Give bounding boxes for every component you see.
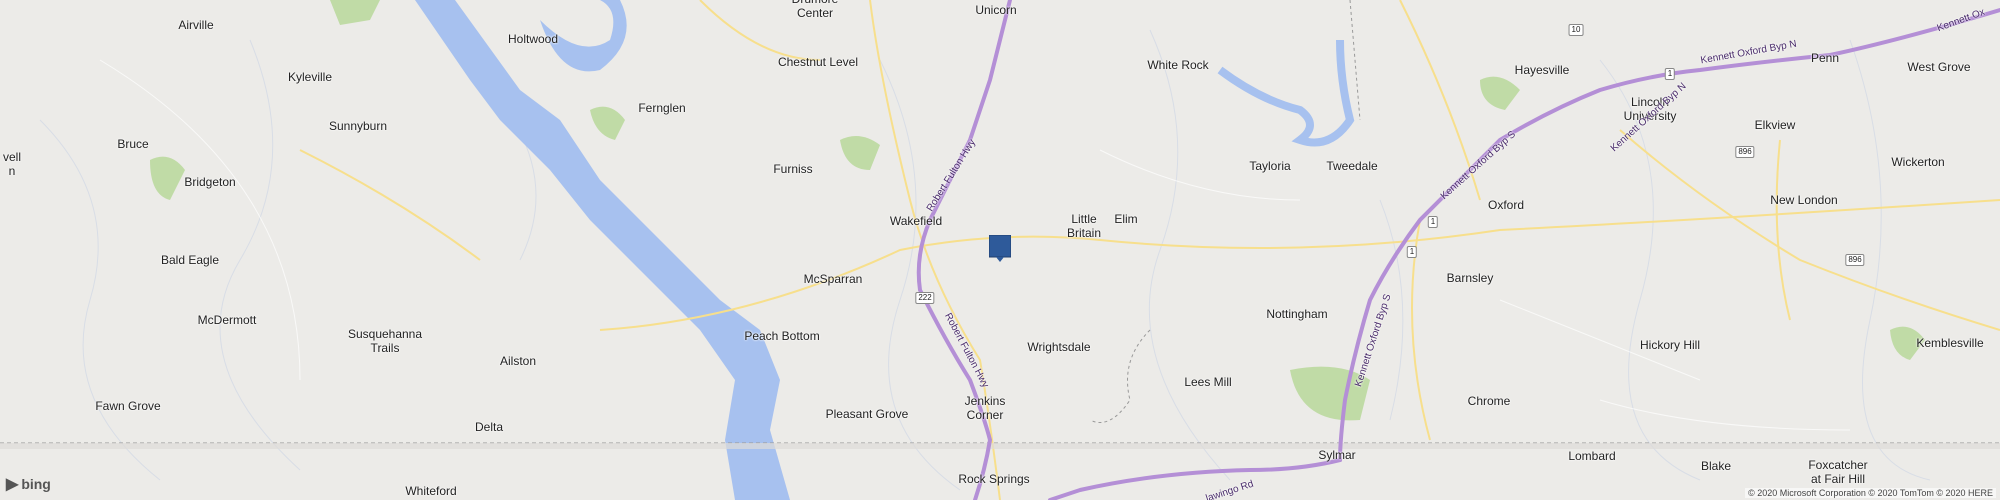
place-label-delta: Delta	[474, 420, 504, 434]
place-label-fernglen: Fernglen	[638, 101, 686, 115]
place-label-west-grove: West Grove	[1907, 60, 1971, 74]
place-label-oxford: Oxford	[1487, 198, 1525, 212]
place-label-rock-springs: Rock Springs	[958, 472, 1030, 486]
place-label-wickerton: Wickerton	[1891, 155, 1945, 169]
place-label-bridgeton: Bridgeton	[184, 175, 236, 189]
place-label-wakefield: Wakefield	[889, 214, 943, 228]
place-label-sylmar: Sylmar	[1318, 448, 1356, 462]
map-canvas[interactable]: Airville Holtwood DrumoreCenter Unicorn …	[0, 0, 2000, 500]
place-label-lees-mill: Lees Mill	[1184, 375, 1232, 389]
place-label-hickory-hill: Hickory Hill	[1640, 338, 1700, 352]
route-shield-896-b: 896	[1845, 254, 1865, 266]
place-label-mcdermott: McDermott	[197, 313, 257, 327]
place-label-nottingham: Nottingham	[1266, 307, 1328, 321]
place-label-hayesville: Hayesville	[1514, 63, 1570, 77]
route-shield-896-a: 896	[1735, 146, 1755, 158]
place-label-foxcatcher-at-fair-hill: Foxcatcher at Fair Hill	[1808, 458, 1868, 486]
place-label-tweedale: Tweedale	[1326, 159, 1378, 173]
place-label-elkview: Elkview	[1754, 118, 1796, 132]
place-label-chestnut-level: Chestnut Level	[777, 55, 859, 69]
bing-logo-text: bing	[21, 476, 51, 492]
place-label-penn: Penn	[1810, 51, 1840, 65]
place-label-peach-bottom: Peach Bottom	[744, 329, 820, 343]
place-label-little-britain: Little Britain	[1066, 212, 1102, 240]
place-label-barnsley: Barnsley	[1446, 271, 1494, 285]
place-label-unicorn: Unicorn	[975, 3, 1017, 17]
place-label-susquehanna-trails: Susquehanna Trails	[347, 327, 423, 355]
place-label-furniss: Furniss	[773, 162, 813, 176]
place-label-fawn-grove: Fawn Grove	[95, 399, 161, 413]
bing-logo[interactable]: ▶ bing	[6, 474, 51, 494]
route-shield-1-b: 1	[1427, 216, 1439, 228]
place-label-whiteford: Whiteford	[405, 484, 457, 498]
place-label-drumore-center: DrumoreCenter	[792, 0, 839, 20]
place-label-lombard: Lombard	[1568, 449, 1616, 463]
route-shield-10: 10	[1568, 24, 1584, 36]
copyright-notice: © 2020 Microsoft Corporation © 2020 TomT…	[1745, 488, 1996, 498]
place-label-pleasant-grove: Pleasant Grove	[825, 407, 909, 421]
place-label-sunnyburn: Sunnyburn	[328, 119, 388, 133]
place-label-bald-eagle: Bald Eagle	[160, 253, 220, 267]
place-label-elim: Elim	[1114, 212, 1138, 226]
place-label-ailston: Ailston	[499, 354, 537, 368]
bing-icon: ▶	[6, 476, 19, 493]
route-shield-1-a: 1	[1664, 68, 1676, 80]
place-label-blake: Blake	[1700, 459, 1732, 473]
place-label-bruce: Bruce	[117, 137, 149, 151]
route-shield-222: 222	[915, 292, 935, 304]
place-label-chrome: Chrome	[1467, 394, 1511, 408]
place-label-holtwood: Holtwood	[507, 32, 559, 46]
place-label-airville: Airville	[178, 18, 214, 32]
place-label-kemblesville: Kemblesville	[1916, 336, 1984, 350]
place-label-kyleville: Kyleville	[287, 70, 333, 84]
place-label-tayloria: Tayloria	[1249, 159, 1291, 173]
place-label-well: vell n	[3, 150, 22, 178]
place-label-new-london: New London	[1770, 193, 1838, 207]
route-shield-1-c: 1	[1406, 246, 1418, 258]
place-label-mcsparran: McSparran	[803, 272, 863, 286]
place-label-white-rock: White Rock	[1147, 58, 1209, 72]
location-pin-marker[interactable]	[988, 234, 1012, 262]
place-label-jenkins-corner: Jenkins Corner	[964, 394, 1006, 422]
place-label-wrightsdale: Wrightsdale	[1027, 340, 1091, 354]
